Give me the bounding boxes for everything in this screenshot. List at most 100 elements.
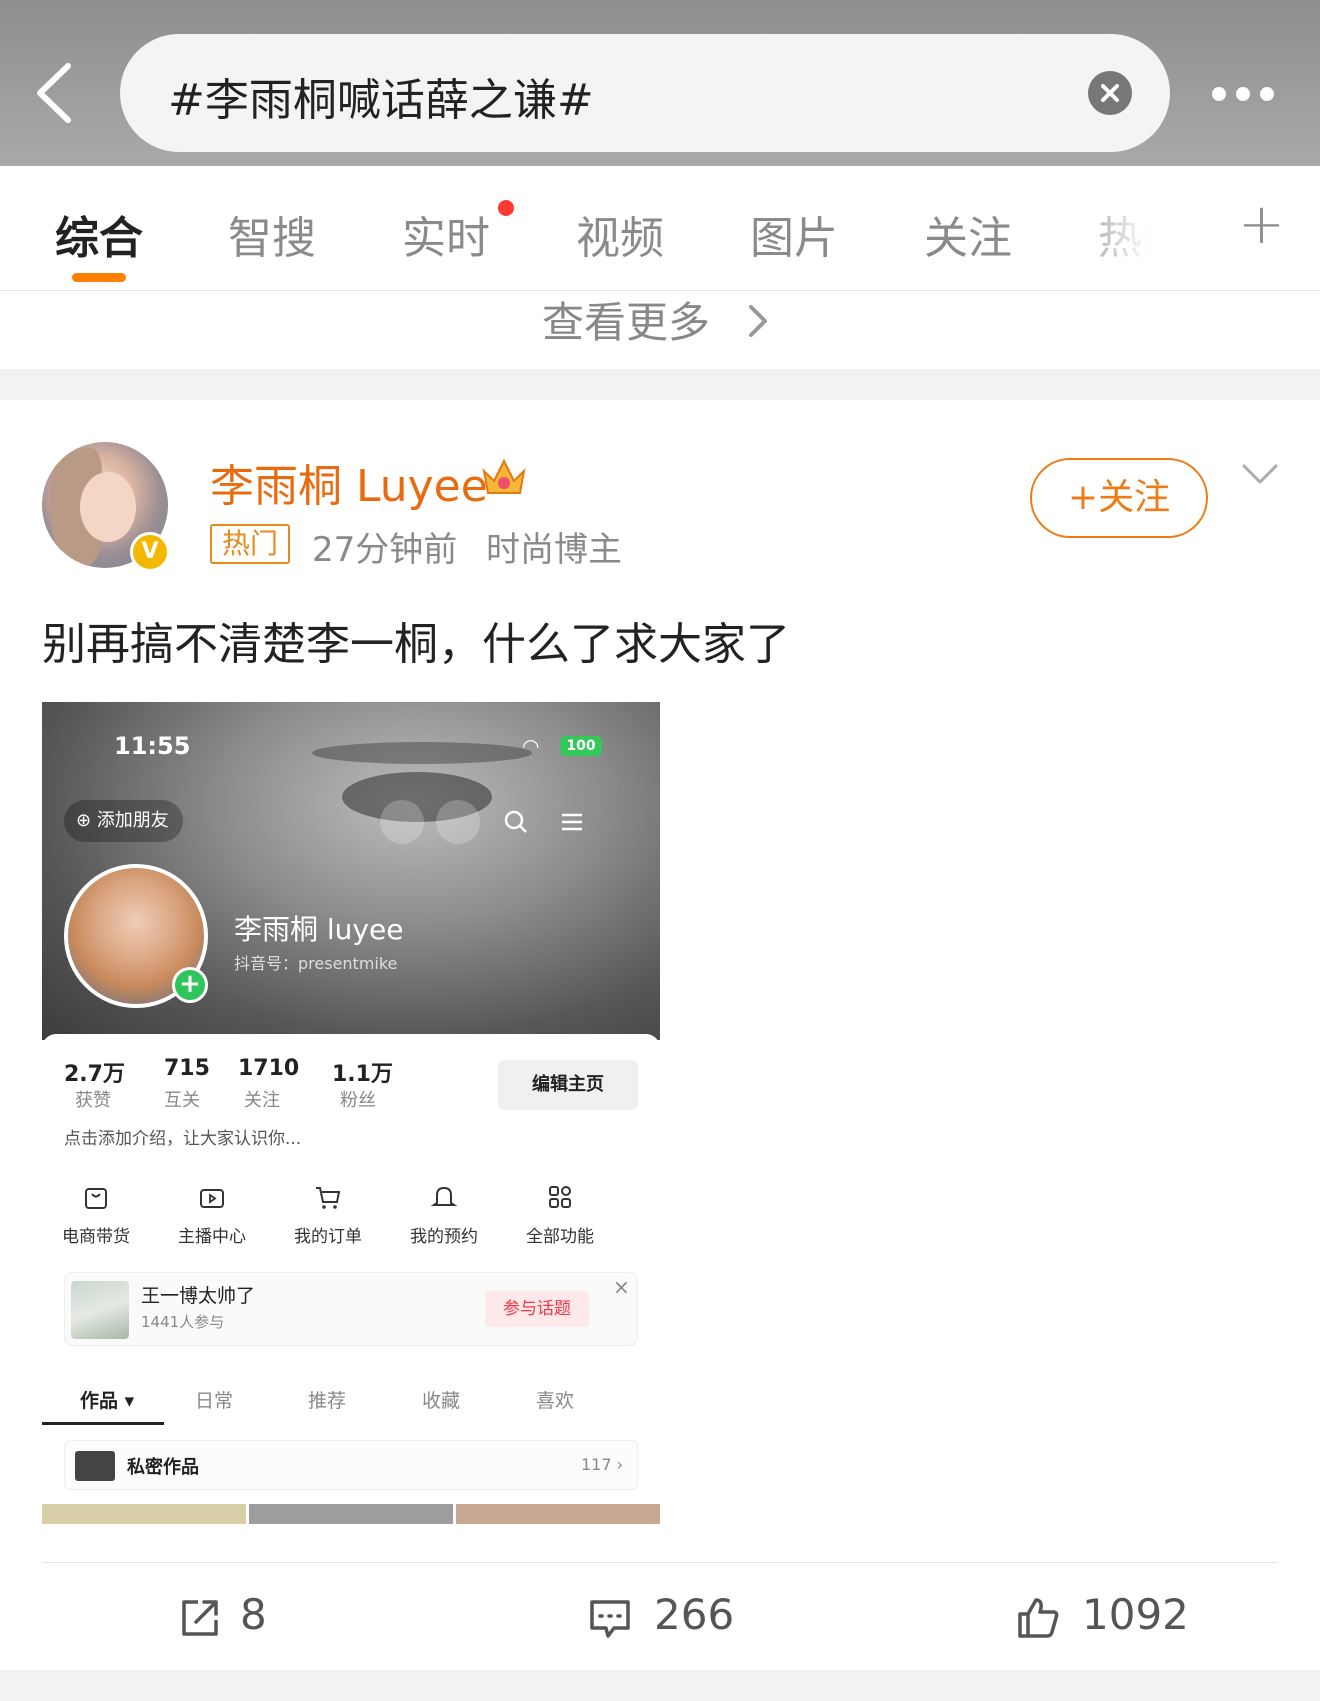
close-icon: × [613, 1275, 630, 1299]
more-horizontal-icon [1212, 87, 1274, 101]
topic-thumbnail [71, 1281, 129, 1339]
private-works-label: 私密作品 [127, 1457, 199, 1478]
chevron-right-icon [749, 305, 768, 337]
see-more-card: 查看更多 [0, 291, 1320, 369]
add-user-icon: ⊕ [76, 810, 97, 831]
join-topic-button: 参与话题 [485, 1291, 589, 1327]
more-options-button[interactable] [1205, 72, 1305, 116]
post-card[interactable]: V 李雨桐 Luyee 热门 27分钟前 时尚博主 +关注 别再搞不清楚李一桐，… [0, 400, 1320, 1670]
video-thumbnail [42, 1504, 246, 1524]
hand-icon [380, 800, 424, 844]
function-reservations: 我的预约 [394, 1182, 494, 1247]
repost-count: 8 [240, 1590, 267, 1639]
function-label: 主播中心 [178, 1227, 246, 1247]
like-button[interactable]: 1092 [1014, 1590, 1244, 1646]
search-query-text: #李雨桐喊话薛之谦# [168, 75, 594, 126]
douyin-id: 抖音号：presentmike [234, 954, 398, 973]
tab-comprehensive[interactable]: 综合 [55, 202, 143, 266]
grid-icon [549, 1186, 571, 1208]
search-input[interactable]: #李雨桐喊话薛之谦# [120, 34, 1170, 152]
see-more-label: 查看更多 [542, 298, 711, 347]
like-count: 1092 [1082, 1590, 1189, 1639]
tab-video[interactable]: 视频 [576, 202, 664, 266]
add-friend-label: 添加朋友 [96, 810, 169, 831]
search-tab-bar: 综合 智搜 实时 视频 图片 关注 热门 + [0, 166, 1320, 291]
cart-icon [316, 1187, 341, 1209]
tab-realtime[interactable]: 实时 [402, 202, 490, 266]
search-header: #李雨桐喊话薛之谦# [0, 0, 1320, 166]
tab-fade-overlay [1065, 166, 1185, 286]
stat-following-num: 1710 [238, 1056, 300, 1081]
crown-icon [482, 458, 526, 494]
function-ecommerce: 电商带货 [46, 1182, 146, 1247]
back-button[interactable] [28, 58, 84, 128]
tab-following[interactable]: 关注 [924, 202, 1012, 266]
author-name[interactable]: 李雨桐 Luyee [210, 450, 488, 514]
function-label: 我的预约 [410, 1227, 478, 1247]
function-label: 我的订单 [294, 1227, 362, 1247]
active-tab-indicator [72, 273, 126, 282]
private-works-row: 私密作品 117 › [64, 1440, 638, 1490]
tab-images[interactable]: 图片 [750, 202, 838, 266]
content-tab-favorites: 收藏 [422, 1390, 461, 1412]
content-tab-recommended: 推荐 [308, 1390, 347, 1412]
add-tab-button[interactable]: + [1238, 192, 1285, 257]
action-divider [42, 1562, 1278, 1563]
bell-icon [430, 1186, 458, 1206]
edit-profile-button: 编辑主页 [498, 1060, 638, 1110]
video-thumbnail [249, 1504, 453, 1524]
function-orders: 我的订单 [278, 1182, 378, 1247]
comment-count: 266 [654, 1590, 735, 1639]
stat-likes-label: 获赞 [75, 1090, 111, 1111]
comment-icon [590, 1600, 630, 1638]
content-tab-likes: 喜欢 [536, 1390, 575, 1412]
comment-button[interactable]: 266 [586, 1590, 786, 1646]
stat-likes-num: 2.7万 [64, 1062, 125, 1087]
chevron-down-icon[interactable] [1240, 460, 1280, 490]
function-streamer-center: 主播中心 [162, 1182, 262, 1247]
wifi-icon: ◠ [522, 734, 540, 758]
search-icon [504, 810, 527, 833]
hot-tag-badge: 热门 [210, 524, 291, 564]
lock-icon [75, 1451, 115, 1481]
tv-icon [200, 1189, 224, 1208]
new-content-dot [498, 200, 514, 216]
function-label: 电商带货 [62, 1227, 130, 1247]
menu-icon [562, 813, 582, 831]
status-time: 11:55 [114, 732, 191, 760]
post-image[interactable]: 11:55 ◠ 100 ⊕ 添加朋友 + 李雨桐 luyee 抖音号：prese… [42, 702, 660, 1524]
post-body-text: 别再搞不清楚李一桐，什么了求大家了 [42, 619, 790, 670]
post-time: 27分钟前 [312, 530, 458, 570]
function-all: 全部功能 [510, 1182, 610, 1247]
stat-fans-num: 1.1万 [332, 1062, 393, 1087]
stat-following-label: 关注 [244, 1090, 280, 1111]
plus-icon: + [172, 967, 208, 1003]
profile-name: 李雨桐 luyee [234, 913, 404, 946]
content-tab-works: 作品 ▾ [80, 1390, 135, 1412]
stat-mutual-label: 互关 [164, 1090, 200, 1111]
video-thumbnail [456, 1504, 660, 1524]
topic-card: 王一博太帅了 1441人参与 参与话题 × [64, 1272, 638, 1346]
private-works-count: 117 › [581, 1455, 624, 1474]
content-tab-daily: 日常 [195, 1390, 234, 1412]
thumbs-up-icon [1018, 1598, 1059, 1638]
function-label: 全部功能 [526, 1227, 594, 1247]
follow-button[interactable]: +关注 [1030, 458, 1208, 538]
author-category: 时尚博主 [486, 530, 622, 570]
clear-search-button[interactable] [1088, 71, 1132, 115]
friends-icon [436, 800, 480, 844]
bio-placeholder: 点击添加介绍，让大家认识你... [64, 1129, 302, 1149]
stat-fans-label: 粉丝 [340, 1090, 376, 1111]
content-tab-indicator [42, 1422, 164, 1425]
see-more-link[interactable]: 查看更多 [542, 289, 773, 350]
tab-smart-search[interactable]: 智搜 [228, 202, 316, 266]
chevron-left-icon [37, 63, 71, 123]
topic-participants: 1441人参与 [141, 1313, 225, 1331]
close-circle-icon [1101, 84, 1119, 102]
topic-title: 王一博太帅了 [141, 1285, 256, 1307]
repost-icon [182, 1600, 218, 1636]
add-friend-button: ⊕ 添加朋友 [64, 800, 183, 842]
shopping-bag-icon [85, 1188, 107, 1209]
stat-mutual-num: 715 [164, 1056, 210, 1081]
repost-button[interactable]: 8 [176, 1590, 296, 1646]
